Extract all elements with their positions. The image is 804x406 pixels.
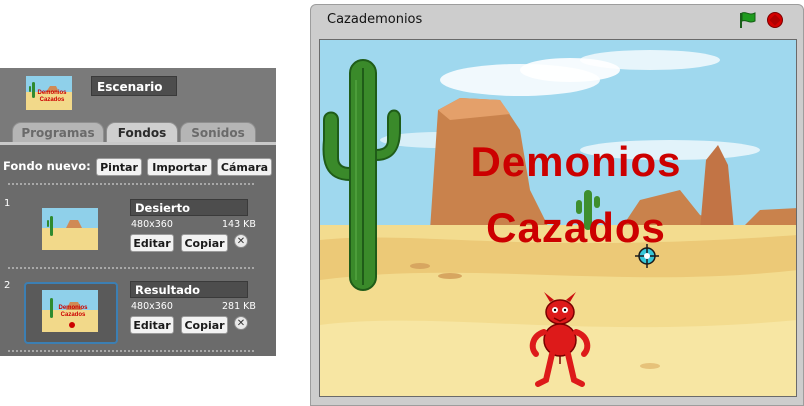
demon-sprite[interactable] (526, 292, 594, 388)
divider (8, 267, 254, 269)
tab-strip: Programas Fondos Sonidos (0, 120, 276, 142)
copy-button[interactable]: Copiar (181, 234, 228, 252)
delete-icon[interactable]: ✕ (234, 234, 248, 248)
background-thumbnail-frame[interactable] (24, 200, 118, 262)
crosshair-sprite[interactable] (635, 244, 659, 268)
background-name-field[interactable]: Resultado (130, 281, 248, 298)
stage-name-field[interactable]: Escenario (91, 76, 177, 96)
background-dimensions: 480x360 (131, 219, 173, 230)
paint-button[interactable]: Pintar (96, 158, 142, 176)
camera-button[interactable]: Cámara (217, 158, 272, 176)
background-thumbnail-frame-selected[interactable]: Demonios Cazados (24, 282, 118, 344)
new-background-row: Fondo nuevo: Pintar Importar Cámara (0, 156, 276, 178)
tab-programas[interactable]: Programas (12, 122, 104, 142)
copy-button[interactable]: Copiar (181, 316, 228, 334)
background-number: 2 (4, 280, 11, 291)
tab-sonidos[interactable]: Sonidos (180, 122, 256, 142)
result-text-line1: Demonios (470, 138, 682, 185)
stage-thumbnail[interactable]: Demonios Cazados (26, 76, 72, 110)
tab-divider (0, 142, 276, 145)
import-button[interactable]: Importar (147, 158, 212, 176)
result-text-line2: Cazados (486, 204, 666, 251)
stage-header: Demonios Cazados Escenario (0, 68, 276, 120)
background-item[interactable]: 2 Demonios Cazados Resultado 480x360 281… (0, 280, 276, 348)
background-name-field[interactable]: Desierto (130, 199, 248, 216)
background-filesize: 143 KB (222, 219, 256, 230)
divider (8, 350, 254, 352)
tab-fondos[interactable]: Fondos (106, 122, 178, 142)
delete-icon[interactable]: ✕ (234, 316, 248, 330)
green-flag-icon[interactable] (737, 11, 759, 29)
stage-window: Cazademonios Demonios Cazados (310, 4, 804, 406)
edit-button[interactable]: Editar (130, 316, 174, 334)
background-item[interactable]: 1 Desierto 480x360 143 KB Editar Copiar … (0, 198, 276, 266)
svg-text:Demonios: Demonios (58, 305, 88, 311)
background-dimensions: 480x360 (131, 301, 173, 312)
sprite-panel: Demonios Cazados Escenario Programas Fon… (0, 68, 276, 356)
stage-canvas[interactable]: Demonios Cazados (319, 39, 797, 397)
svg-text:Cazados: Cazados (61, 312, 86, 318)
svg-text:Cazados: Cazados (40, 97, 65, 103)
stage-titlebar: Cazademonios (311, 5, 803, 35)
background-thumbnail-desierto (42, 208, 98, 250)
svg-text:Demonios: Demonios (37, 90, 67, 96)
background-filesize: 281 KB (222, 301, 256, 312)
stop-icon[interactable] (767, 12, 783, 28)
new-background-label: Fondo nuevo: (3, 159, 91, 173)
background-thumbnail-resultado: Demonios Cazados (42, 290, 98, 332)
project-title: Cazademonios (327, 12, 423, 27)
edit-button[interactable]: Editar (130, 234, 174, 252)
background-number: 1 (4, 198, 11, 209)
divider (8, 183, 254, 185)
